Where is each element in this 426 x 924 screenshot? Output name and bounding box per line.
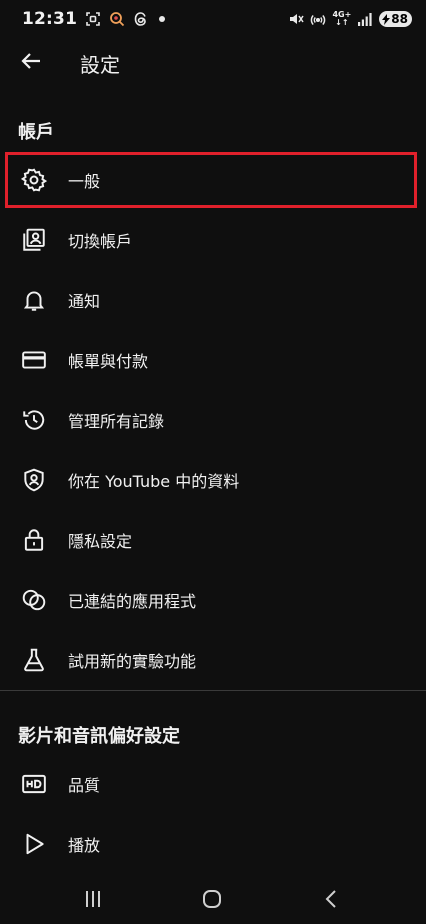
settings-item-label: 品質 (68, 776, 101, 795)
back-button[interactable] (16, 46, 46, 76)
gear-icon (20, 166, 48, 194)
settings-item-switch-account[interactable]: 切換帳戶 (0, 210, 426, 270)
network-type-text: 4G+ (332, 10, 352, 19)
settings-item-notifications[interactable]: 通知 (0, 270, 426, 330)
settings-item-label: 隱私設定 (68, 532, 133, 551)
battery-level: 88 (391, 12, 408, 26)
history-icon (20, 406, 48, 434)
charging-bolt-icon (382, 13, 391, 25)
settings-item-your-data[interactable]: 你在 YouTube 中的資料 (0, 450, 426, 510)
settings-item-label: 已連結的應用程式 (68, 592, 197, 611)
settings-item-label: 通知 (68, 292, 101, 311)
chevron-left-icon (325, 890, 336, 908)
system-navigation-bar (0, 874, 426, 924)
status-bar-right: 4G+ ↓↑ 88 (288, 11, 412, 27)
hd-icon (20, 770, 48, 798)
flask-icon (20, 646, 48, 674)
page-title: 設定 (80, 53, 120, 77)
settings-item-playback[interactable]: 播放 (0, 814, 426, 874)
home-icon (203, 890, 221, 908)
recent-apps-button[interactable] (78, 884, 108, 914)
linked-circles-icon (20, 586, 48, 614)
settings-item-privacy[interactable]: 隱私設定 (0, 510, 426, 570)
mute-icon (288, 11, 305, 27)
recent-apps-icon (86, 891, 100, 907)
signal-icon (357, 11, 373, 27)
top-app-bar: 設定 (0, 38, 426, 84)
settings-item-experimental[interactable]: 試用新的實驗功能 (0, 630, 426, 690)
notification-dot-icon (159, 16, 166, 22)
network-type-label: 4G+ ↓↑ (332, 10, 352, 27)
section-divider (0, 690, 426, 691)
status-bar: 12:31 4G+ ↓↑ 88 (0, 0, 426, 38)
settings-item-label: 試用新的實驗功能 (68, 652, 197, 671)
screenshot-icon (85, 11, 101, 27)
threads-icon (133, 11, 149, 27)
status-bar-left: 12:31 (22, 9, 166, 29)
search-app-icon (109, 11, 125, 27)
settings-item-label: 管理所有記錄 (68, 412, 165, 431)
settings-item-label: 播放 (68, 836, 101, 855)
section-header-video-audio: 影片和音訊偏好設定 (18, 726, 180, 747)
status-time: 12:31 (22, 9, 78, 29)
bell-icon (20, 286, 48, 314)
play-icon (20, 830, 48, 858)
section-header-account: 帳戶 (18, 122, 54, 143)
settings-item-label: 一般 (68, 172, 101, 191)
settings-item-manage-history[interactable]: 管理所有記錄 (0, 390, 426, 450)
settings-item-label: 帳單與付款 (68, 352, 149, 371)
back-nav-button[interactable] (317, 884, 347, 914)
switch-account-icon (20, 226, 48, 254)
shield-user-icon (20, 466, 48, 494)
arrow-left-icon (21, 53, 40, 69)
lock-icon (20, 526, 48, 554)
settings-item-quality[interactable]: 品質 (0, 754, 426, 814)
settings-item-general[interactable]: 一般 (0, 150, 426, 210)
settings-item-label: 你在 YouTube 中的資料 (68, 472, 240, 491)
settings-item-label: 切換帳戶 (68, 232, 133, 251)
battery-indicator: 88 (379, 11, 412, 27)
settings-item-connected-apps[interactable]: 已連結的應用程式 (0, 570, 426, 630)
hotspot-icon (310, 11, 326, 27)
credit-card-icon (20, 346, 48, 374)
home-button[interactable] (197, 884, 227, 914)
settings-screen: 12:31 4G+ ↓↑ 88 設定 帳戶 一般 切換帳戶 通知 帳單與付款 管… (0, 0, 426, 924)
settings-item-billing[interactable]: 帳單與付款 (0, 330, 426, 390)
